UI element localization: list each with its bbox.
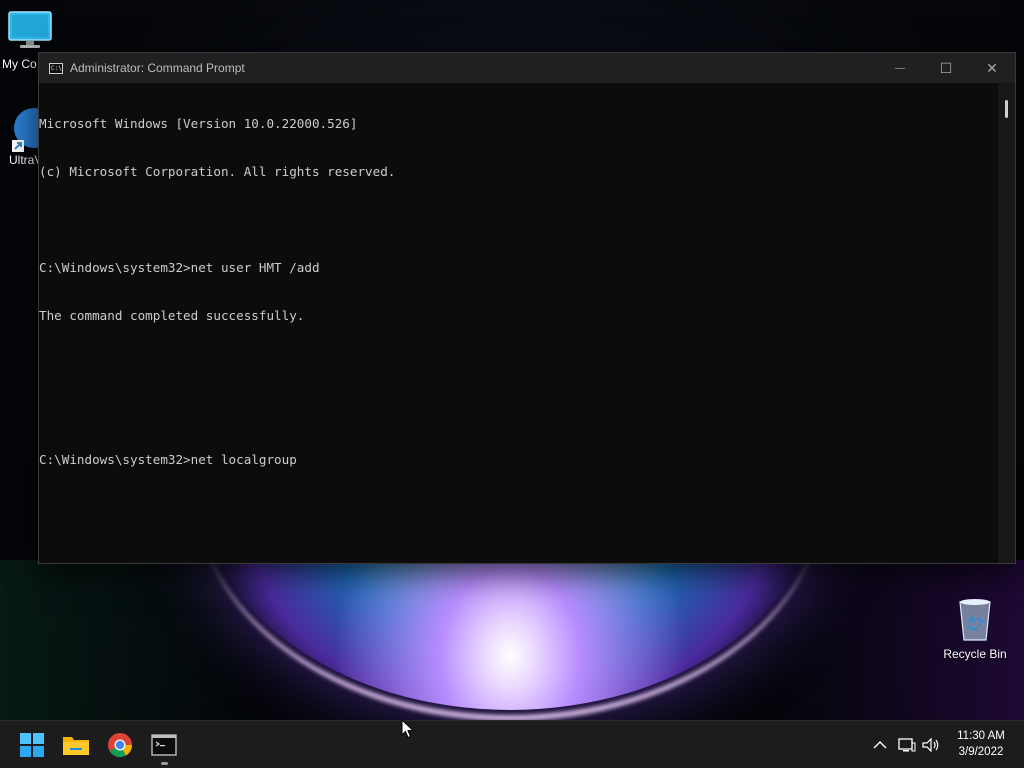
console-line: Microsoft Windows [Version 10.0.22000.52… bbox=[39, 116, 358, 131]
close-icon: ✕ bbox=[986, 59, 998, 76]
command-prompt-icon bbox=[151, 734, 177, 756]
mouse-cursor-icon bbox=[401, 719, 415, 739]
maximize-icon: ☐ bbox=[939, 59, 953, 76]
clock-date: 3/9/2022 bbox=[958, 746, 1004, 758]
desktop-icon-label: UltraV bbox=[9, 153, 43, 167]
console-input-line[interactable]: C:\Windows\system32>net localgroup bbox=[39, 452, 999, 468]
command-prompt-window[interactable]: C:\ Administrator: Command Prompt — ☐ ✕ … bbox=[38, 52, 1016, 564]
vertical-scrollbar[interactable] bbox=[998, 83, 1015, 563]
start-button[interactable] bbox=[18, 731, 46, 759]
start-icon bbox=[20, 733, 44, 757]
command-prompt-taskbar-button[interactable] bbox=[150, 731, 178, 759]
chrome-icon bbox=[108, 733, 132, 758]
file-explorer-button[interactable] bbox=[62, 731, 90, 759]
close-button[interactable]: ✕ bbox=[969, 53, 1015, 83]
file-explorer-icon bbox=[63, 737, 89, 755]
desktop-icon-label: Recycle Bin bbox=[943, 647, 1007, 661]
volume-button[interactable] bbox=[917, 731, 945, 759]
console-output[interactable]: Microsoft Windows [Version 10.0.22000.52… bbox=[39, 83, 999, 564]
network-icon bbox=[898, 738, 916, 752]
desktop-icon-ultravnc[interactable]: UltraV bbox=[0, 106, 54, 167]
taskbar: 11:30 AM 3/9/2022 bbox=[0, 720, 1024, 768]
window-titlebar[interactable]: C:\ Administrator: Command Prompt — ☐ ✕ bbox=[39, 53, 1015, 83]
window-title: Administrator: Command Prompt bbox=[70, 61, 245, 75]
show-hidden-icons-button[interactable] bbox=[866, 731, 894, 759]
ultravnc-shortcut-icon bbox=[12, 108, 54, 152]
clock-time: 11:30 AM bbox=[957, 730, 1005, 742]
clock[interactable]: 11:30 AM 3/9/2022 bbox=[948, 729, 1014, 761]
scrollbar-thumb[interactable] bbox=[1005, 100, 1008, 118]
maximize-button[interactable]: ☐ bbox=[923, 53, 969, 83]
monitor-icon bbox=[8, 11, 52, 48]
recycle-bin-icon bbox=[959, 599, 991, 641]
chevron-up-icon bbox=[873, 741, 887, 749]
chrome-button[interactable] bbox=[106, 731, 134, 759]
console-line: (c) Microsoft Corporation. All rights re… bbox=[39, 164, 396, 179]
volume-icon bbox=[922, 737, 939, 753]
console-line: C:\Windows\system32>net user HMT /add bbox=[39, 260, 320, 275]
minimize-icon: — bbox=[895, 62, 905, 74]
active-app-indicator bbox=[161, 762, 168, 765]
command-prompt-icon: C:\ bbox=[49, 62, 63, 74]
minimize-button[interactable]: — bbox=[877, 53, 923, 83]
console-line: The command completed successfully. bbox=[39, 308, 305, 323]
desktop-icon-recycle-bin[interactable]: Recycle Bin bbox=[940, 596, 1010, 661]
